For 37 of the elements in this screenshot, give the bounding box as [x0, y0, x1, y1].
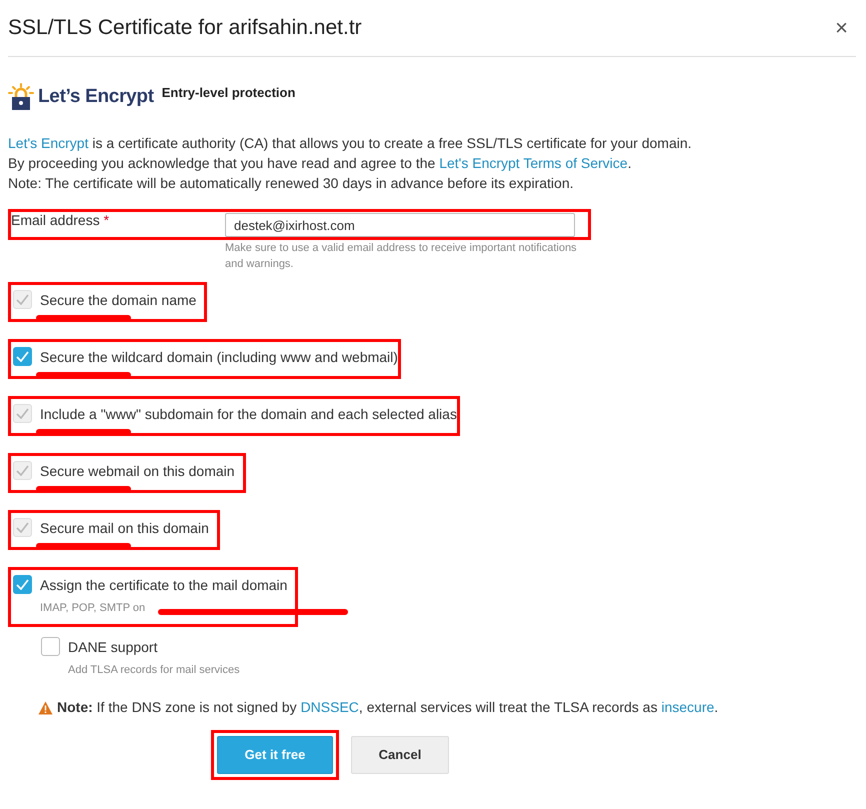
checkmark-icon	[16, 522, 29, 533]
link[interactable]: Let's Encrypt	[8, 135, 88, 151]
note-text: Note: If the DNS zone is not signed by DNSSEC, external services will treat the TLSA records as insecure.	[57, 698, 718, 717]
cancel-button[interactable]: Cancel	[351, 736, 449, 774]
checkbox[interactable]	[13, 347, 32, 366]
checkbox-label: Assign the certificate to the mail domain	[40, 576, 288, 595]
close-button[interactable]: ×	[823, 16, 860, 39]
checkbox-label: Secure mail on this domain	[40, 519, 209, 538]
checkbox-label: Secure webmail on this domain	[40, 462, 235, 481]
option-hint: IMAP, POP, SMTP on	[40, 601, 146, 616]
field-label: Email address *	[11, 211, 110, 230]
intro-text: Let's Encrypt is a certificate authority (CA) that allows you to create a free SSL/TLS certificate for your domain.	[8, 134, 693, 153]
intro-text: By proceeding you acknowledge that you have read and agree to the Let's Encrypt Terms of Service.	[8, 154, 632, 173]
option-hint: Add TLSA records for mail services	[68, 663, 240, 678]
tagline: Entry-level protection	[162, 84, 296, 102]
dialog-title: SSL/TLS Certificate for arifsahin.net.tr	[8, 15, 362, 41]
field-hint: Make sure to use a valid email address to receive important notifications and warnings.	[225, 241, 578, 272]
checkmark-icon	[16, 408, 29, 419]
checkmark-icon	[16, 465, 29, 476]
get-free-button[interactable]: Get it free	[217, 736, 333, 774]
checkmark-icon	[16, 579, 29, 590]
intro-text: Note: The certificate will be automatically renewed 30 days in advance before its expiration.	[8, 174, 574, 193]
link[interactable]: insecure	[661, 699, 714, 715]
logo-text: Let’s Encrypt	[38, 84, 154, 108]
warning-icon	[38, 700, 53, 714]
checkbox-label: DANE support	[68, 638, 158, 657]
checkbox[interactable]	[13, 575, 32, 594]
email-field[interactable]: destek@ixirhost.com	[225, 213, 575, 237]
link[interactable]: DNSSEC	[300, 699, 359, 715]
checkbox-label: Secure the wildcard domain (including www and webmail)	[40, 348, 398, 367]
checkbox-label: Secure the domain name	[40, 291, 196, 310]
checkmark-icon	[16, 351, 29, 362]
checkmark-icon	[16, 294, 29, 305]
checkbox-label: Include a "www" subdomain for the domain and each selected alias	[40, 405, 457, 424]
link[interactable]: Let's Encrypt Terms of Service	[439, 155, 628, 171]
checkbox[interactable]	[41, 637, 60, 656]
lock-icon	[8, 83, 34, 111]
